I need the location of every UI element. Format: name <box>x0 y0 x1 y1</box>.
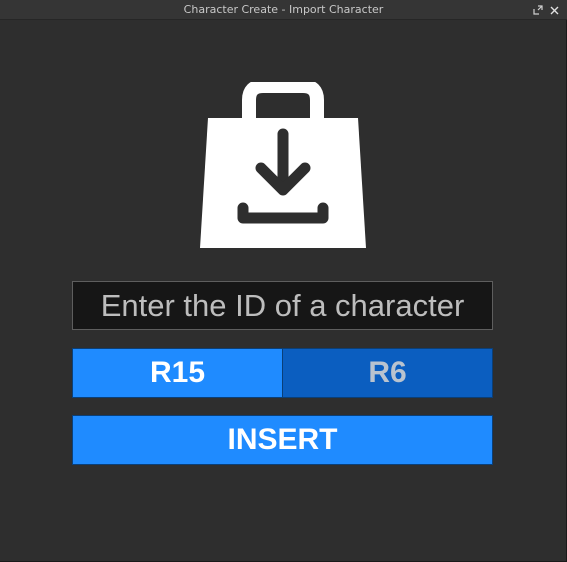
close-icon[interactable] <box>550 6 559 15</box>
title-bar: Character Create - Import Character <box>0 0 567 20</box>
r15-button[interactable]: R15 <box>73 349 282 397</box>
insert-button[interactable]: INSERT <box>72 415 493 465</box>
window-title: Character Create - Import Character <box>183 3 384 16</box>
import-character-window: Character Create - Import Character Ente… <box>0 0 567 562</box>
shopping-bag-download-icon <box>199 79 367 250</box>
rig-type-toggle: R15 R6 <box>72 348 493 398</box>
window-controls <box>533 0 559 20</box>
character-id-input[interactable] <box>72 281 493 330</box>
r6-button[interactable]: R6 <box>282 349 492 397</box>
restore-icon[interactable] <box>533 5 543 15</box>
